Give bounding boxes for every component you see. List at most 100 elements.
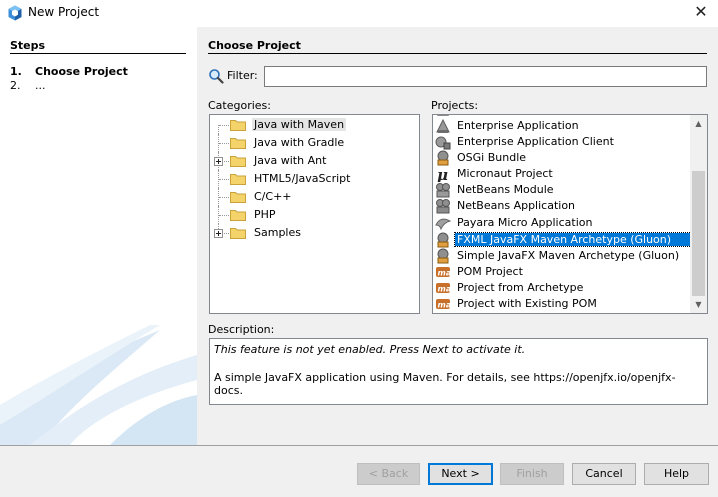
category-label: HTML5/JavaScript [254, 172, 351, 185]
back-button[interactable]: < Back [357, 463, 420, 485]
folder-icon [230, 120, 246, 131]
help-button[interactable]: Help [644, 463, 709, 485]
project-label: Payara Micro Application [457, 216, 593, 229]
folder-icon [230, 228, 246, 239]
window-title: New Project [28, 5, 100, 19]
project-label: Micronaut Project [457, 167, 553, 180]
description-text: A simple JavaFX application using Maven.… [214, 371, 676, 397]
scroll-down-arrow-icon[interactable]: ▼ [690, 296, 707, 313]
folder-icon [230, 192, 246, 203]
project-micronaut-project[interactable]: μ Micronaut Project [433, 166, 691, 182]
folder-icon [230, 156, 246, 167]
description-box: This feature is not yet enabled. Press N… [209, 338, 708, 405]
enterprise-client-icon [435, 136, 451, 150]
netbeans-logo-icon [8, 5, 22, 21]
project-enterprise-application-client[interactable]: Enterprise Application Client [433, 134, 691, 150]
folder-icon [230, 138, 246, 149]
project-osgi-bundle[interactable]: OSGi Bundle [433, 150, 691, 166]
choose-project-panel: Choose Project Filter: Categories: Proje… [197, 27, 718, 445]
cancel-button[interactable]: Cancel [572, 463, 636, 485]
project-payara-micro-application[interactable]: Payara Micro Application [433, 215, 691, 231]
steps-title: Steps [10, 39, 46, 52]
projects-list[interactable]: Enterprise Application Enterprise Applic… [432, 114, 708, 314]
folder-icon [230, 174, 246, 185]
project-label: POM Project [457, 265, 523, 278]
svg-text:ma: ma [438, 285, 452, 294]
categories-tree[interactable]: Java with Maven Java with Gradle Java wi… [209, 114, 420, 314]
project-label: NetBeans Module [457, 183, 554, 196]
tree-line [219, 215, 229, 216]
step-label: ... [35, 79, 46, 92]
project-with-existing-pom[interactable]: ma Project with Existing POM [433, 296, 691, 312]
project-from-archetype[interactable]: ma Project from Archetype [433, 280, 691, 296]
gluon-simple-icon [437, 248, 449, 264]
netbeans-module-icon [436, 183, 450, 198]
tree-line [219, 179, 229, 180]
project-netbeans-application[interactable]: NetBeans Application [433, 198, 691, 214]
micronaut-icon: μ [437, 166, 448, 182]
step-number: 1. [10, 65, 22, 78]
categories-label: Categories: [208, 99, 271, 112]
project-label: Project with Existing POM [457, 297, 597, 310]
svg-text:μ: μ [437, 166, 448, 182]
finish-button[interactable]: Finish [500, 463, 564, 485]
category-java-with-maven[interactable]: Java with Maven [210, 116, 419, 134]
steps-pane: Steps 1. Choose Project 2.... [0, 27, 197, 445]
scroll-up-arrow-icon[interactable]: ▲ [690, 115, 707, 132]
maven-icon: ma [436, 267, 451, 278]
category-c-cpp[interactable]: C/C++ [210, 188, 419, 206]
project-label: Enterprise Application [457, 119, 579, 132]
project-netbeans-module[interactable]: NetBeans Module [433, 182, 691, 198]
step-number: 2. [10, 79, 21, 92]
project-pom-project[interactable]: ma POM Project [433, 264, 691, 280]
title-bar: New Project ✕ [0, 0, 718, 27]
category-label: PHP [254, 208, 276, 221]
decorative-swoosh-icon [0, 325, 197, 445]
step-1: 1. Choose Project [10, 65, 128, 78]
category-label: Java with Gradle [254, 136, 345, 149]
search-icon [209, 69, 224, 84]
expand-icon[interactable] [214, 229, 223, 238]
button-bar: < Back Next > Finish Cancel Help [0, 445, 718, 497]
category-php[interactable]: PHP [210, 206, 419, 224]
step-label: Choose Project [35, 65, 128, 78]
category-label: C/C++ [254, 190, 292, 203]
panel-divider [208, 53, 707, 54]
project-label: Simple JavaFX Maven Archetype (Gluon) [457, 249, 680, 262]
description-label: Description: [208, 323, 275, 336]
expand-icon[interactable] [214, 157, 223, 166]
project-enterprise-application[interactable]: Enterprise Application [433, 118, 691, 134]
next-button[interactable]: Next > [428, 463, 493, 485]
netbeans-app-icon [436, 199, 450, 214]
scroll-thumb[interactable] [692, 171, 705, 296]
category-label: Java with Maven [252, 118, 347, 131]
tree-line [219, 143, 229, 144]
category-java-with-ant[interactable]: Java with Ant [210, 152, 419, 170]
category-samples[interactable]: Samples [210, 224, 419, 242]
projects-label: Projects: [431, 99, 479, 112]
tree-line [219, 125, 229, 126]
category-html5-javascript[interactable]: HTML5/JavaScript [210, 170, 419, 188]
project-label: Project from Archetype [457, 281, 584, 294]
step-2: 2.... [10, 79, 46, 92]
category-java-with-gradle[interactable]: Java with Gradle [210, 134, 419, 152]
category-label: Samples [254, 226, 301, 239]
filter-input[interactable] [264, 66, 707, 87]
gluon-fxml-icon [437, 232, 449, 248]
project-fxml-javafx-maven-archetype[interactable]: FXML JavaFX Maven Archetype (Gluon) [433, 232, 692, 248]
svg-text:ma: ma [438, 301, 452, 310]
maven-icon: ma [436, 299, 452, 310]
maven-icon: ma [436, 283, 452, 294]
panel-title: Choose Project [208, 39, 301, 52]
osgi-bundle-icon [437, 150, 449, 166]
project-label: NetBeans Application [457, 199, 576, 212]
filter-row: Filter: [208, 66, 708, 87]
folder-icon [230, 210, 246, 221]
enterprise-app-icon [436, 118, 450, 133]
project-simple-javafx-maven-archetype[interactable]: Simple JavaFX Maven Archetype (Gluon) [433, 248, 691, 264]
category-label: Java with Ant [254, 154, 327, 167]
tree-line [218, 125, 219, 134]
project-label: Enterprise Application Client [457, 135, 614, 148]
close-button[interactable]: ✕ [690, 2, 712, 22]
projects-scrollbar[interactable]: ▲ ▼ [690, 115, 707, 313]
